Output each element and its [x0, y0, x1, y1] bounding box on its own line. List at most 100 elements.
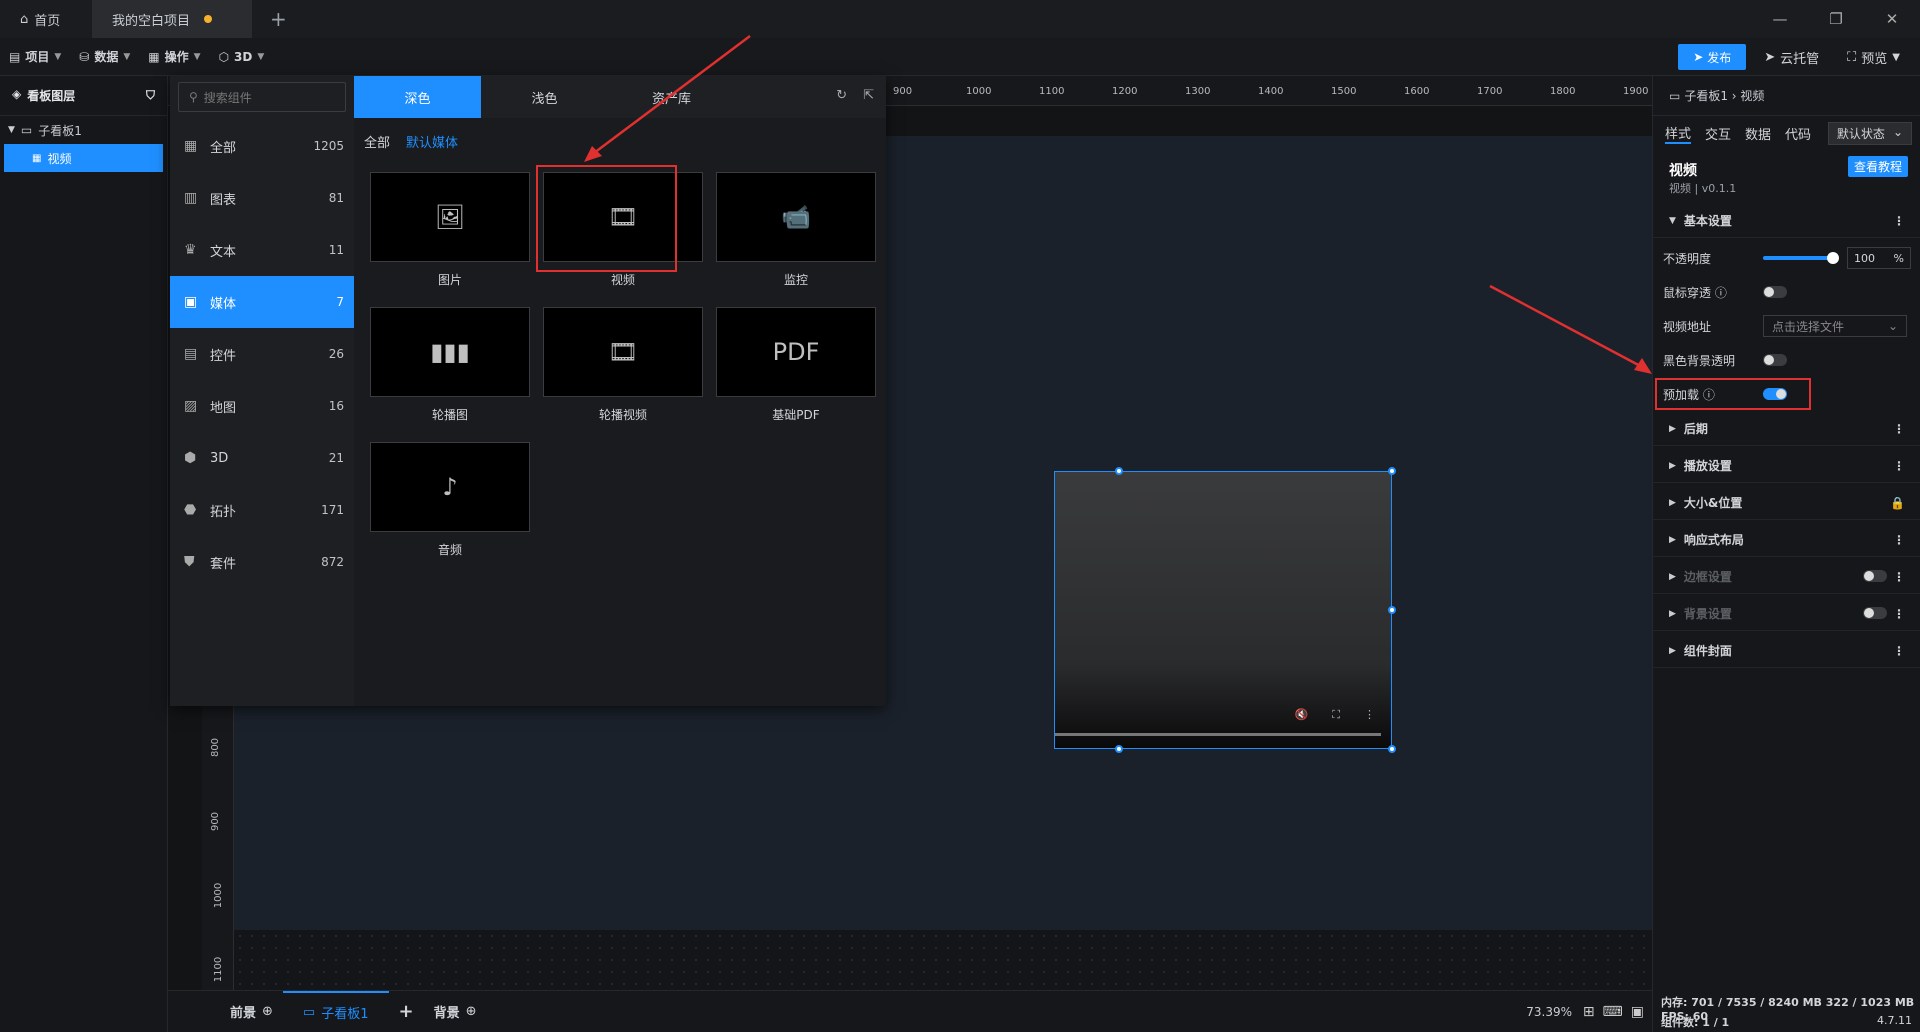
more-icon[interactable]: ⋮	[1893, 214, 1905, 228]
resize-handle[interactable]	[1388, 606, 1396, 614]
category-count: 872	[321, 555, 344, 569]
component-card[interactable]: PDF 基础PDF	[716, 307, 876, 429]
resize-handle[interactable]	[1115, 745, 1123, 753]
section-collapsed[interactable]: ▶ 组件封面 ⋮	[1653, 634, 1920, 668]
component-thumbnail: 🎞	[543, 307, 703, 397]
resize-handle[interactable]	[1115, 467, 1123, 475]
tutorial-button[interactable]: 查看教程	[1847, 156, 1908, 177]
filter-icon[interactable]: ⛉	[146, 88, 155, 103]
fullscreen-icon[interactable]: ⛶	[1332, 708, 1340, 722]
mute-icon[interactable]: 🔇	[1295, 708, 1309, 722]
more-icon[interactable]: ⋮	[1364, 708, 1375, 722]
background-tab[interactable]: 背景 ⊕	[424, 1002, 487, 1021]
ruler-tick-label: 1400	[1258, 86, 1284, 97]
terminal-icon[interactable]: ▣	[1631, 1004, 1644, 1020]
board-tab[interactable]: ▭ 子看板1	[282, 991, 389, 1032]
section-toggle[interactable]	[1863, 569, 1887, 582]
add-circle-icon[interactable]: ⊕	[262, 1004, 273, 1019]
fit-screen-icon[interactable]: ⊞	[1583, 1004, 1595, 1020]
more-icon[interactable]: ⋮	[1893, 607, 1905, 621]
menu-operate[interactable]: ▦ 操作 ▼	[139, 48, 209, 65]
tab-dark[interactable]: 深色	[354, 76, 481, 118]
category-item[interactable]: ▣ 媒体 7	[170, 276, 354, 328]
section-basic[interactable]: ▼ 基本设置 ⋮	[1653, 204, 1920, 238]
close-button[interactable]: ✕	[1864, 0, 1920, 38]
video-url-select[interactable]: 点击选择文件 ⌄	[1763, 315, 1907, 337]
lock-icon[interactable]: 🔒	[1890, 496, 1905, 510]
section-collapsed[interactable]: ▶ 播放设置 ⋮	[1653, 449, 1920, 483]
mouse-through-toggle[interactable]	[1763, 286, 1787, 298]
foreground-tab[interactable]: 前景 ⊕	[168, 1002, 283, 1021]
filter-default-media[interactable]: 默认媒体	[406, 132, 458, 151]
minimize-button[interactable]: —	[1752, 0, 1808, 38]
category-item[interactable]: ▤ 控件 26	[170, 328, 354, 380]
black-bg-toggle[interactable]	[1763, 354, 1787, 366]
more-icon[interactable]: ⋮	[1893, 570, 1905, 584]
category-count: 21	[328, 451, 344, 465]
search-input[interactable]: ⚲ 搜索组件	[178, 82, 346, 112]
add-circle-icon[interactable]: ⊕	[466, 1004, 477, 1019]
opacity-input[interactable]: 100%	[1847, 247, 1911, 269]
video-component[interactable]: 🔇 ⛶ ⋮	[1054, 467, 1396, 753]
tab-data[interactable]: 数据	[1745, 124, 1771, 143]
video-progress-bar[interactable]	[1055, 733, 1381, 736]
state-select-value: 默认状态	[1836, 126, 1885, 141]
preview-button[interactable]: ⛶ 预览 ▼	[1837, 44, 1910, 70]
component-card[interactable]: ▮▮▮ 轮播图	[370, 307, 530, 429]
more-icon[interactable]: ⋮	[1893, 459, 1905, 473]
external-icon[interactable]: ⇱	[863, 88, 874, 103]
component-card[interactable]: 🎞 轮播视频	[543, 307, 703, 429]
topology-icon: ⬣	[184, 502, 197, 518]
more-icon[interactable]: ⋮	[1893, 422, 1905, 436]
layer-board[interactable]: ▼ ▭ 子看板1	[0, 116, 167, 144]
menu-project[interactable]: ▤ 项目 ▼	[0, 48, 70, 65]
category-item[interactable]: ▨ 地图 16	[170, 380, 354, 432]
cloud-button[interactable]: ➤ 云托管	[1754, 44, 1829, 70]
new-tab-button[interactable]: +	[252, 0, 305, 38]
menu-3d-label: 3D	[234, 49, 253, 64]
expand-icon: ▼	[8, 125, 15, 135]
more-icon[interactable]: ⋮	[1893, 644, 1905, 658]
section-collapsed[interactable]: ▶ 大小&位置 🔒	[1653, 486, 1920, 520]
tab-interaction[interactable]: 交互	[1705, 124, 1731, 143]
component-card[interactable]: 🖼 图片	[370, 172, 530, 294]
menu-3d[interactable]: ⬡ 3D ▼	[210, 50, 274, 64]
resize-handle[interactable]	[1388, 467, 1396, 475]
section-collapsed[interactable]: ▶ 边框设置 ⋮	[1653, 560, 1920, 594]
highlight-box	[536, 165, 677, 272]
tab-home[interactable]: ⌂ 首页	[0, 0, 92, 38]
category-label: 控件	[210, 348, 237, 364]
tab-code[interactable]: 代码	[1785, 124, 1811, 143]
keyboard-icon[interactable]: ⌨	[1603, 1004, 1623, 1020]
publish-button[interactable]: ➤ 发布	[1678, 44, 1747, 70]
component-card-label: 基础PDF	[772, 408, 820, 422]
layer-video[interactable]: ▦ 视频	[4, 144, 163, 172]
expand-icon: ▶	[1669, 460, 1676, 471]
section-collapsed[interactable]: ▶ 背景设置 ⋮	[1653, 597, 1920, 631]
zoom-level[interactable]: 73.39%	[1526, 1005, 1572, 1019]
resize-handle[interactable]	[1388, 745, 1396, 753]
more-icon[interactable]: ⋮	[1893, 533, 1905, 547]
category-item[interactable]: ⛊ 套件 872	[170, 536, 354, 588]
refresh-icon[interactable]: ↻	[836, 88, 847, 103]
component-card[interactable]: 📹 监控	[716, 172, 876, 294]
section-collapsed[interactable]: ▶ 响应式布局 ⋮	[1653, 523, 1920, 557]
category-item[interactable]: ⬣ 拓扑 171	[170, 484, 354, 536]
state-select[interactable]: 默认状态 ⌄	[1827, 121, 1912, 145]
opacity-slider[interactable]	[1763, 252, 1839, 264]
chevron-down-icon: ▼	[257, 51, 265, 62]
category-item[interactable]: ▥ 图表 81	[170, 172, 354, 224]
filter-all[interactable]: 全部	[364, 132, 390, 151]
category-item[interactable]: ⬢ 3D 21	[170, 432, 354, 484]
tab-style[interactable]: 样式	[1665, 123, 1692, 144]
section-collapsed[interactable]: ▶ 后期 ⋮	[1653, 412, 1920, 446]
menu-data[interactable]: ⛁ 数据 ▼	[70, 48, 139, 65]
section-toggle[interactable]	[1863, 606, 1887, 619]
add-board-button[interactable]: +	[389, 1001, 424, 1022]
section-label: 响应式布局	[1683, 533, 1744, 547]
category-item[interactable]: ♛ 文本 11	[170, 224, 354, 276]
restore-button[interactable]: ❐	[1808, 0, 1864, 38]
component-card[interactable]: ♪ 音频	[370, 442, 530, 564]
category-item[interactable]: ▦ 全部 1205	[170, 120, 354, 172]
tab-project[interactable]: 我的空白项目	[92, 0, 252, 38]
